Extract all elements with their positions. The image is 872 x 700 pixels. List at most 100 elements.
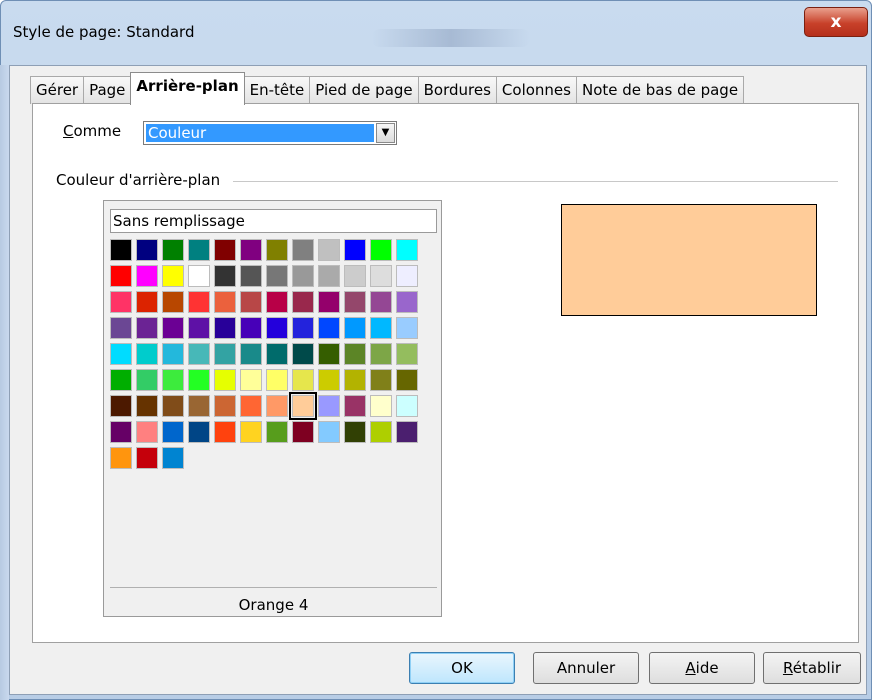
color-swatch[interactable] xyxy=(344,291,366,313)
color-swatch[interactable] xyxy=(318,239,340,261)
color-swatch[interactable] xyxy=(370,317,392,339)
color-swatch[interactable] xyxy=(188,343,210,365)
color-swatch[interactable] xyxy=(136,317,158,339)
color-swatch[interactable] xyxy=(396,239,418,261)
color-swatch[interactable] xyxy=(110,395,132,417)
color-swatch[interactable] xyxy=(240,291,262,313)
color-swatch[interactable] xyxy=(292,265,314,287)
color-swatch[interactable] xyxy=(289,392,317,420)
color-swatch[interactable] xyxy=(188,369,210,391)
color-swatch[interactable] xyxy=(240,265,262,287)
color-swatch[interactable] xyxy=(344,421,366,443)
color-swatch[interactable] xyxy=(292,343,314,365)
tab-bordures[interactable]: Bordures xyxy=(417,76,497,104)
color-swatch[interactable] xyxy=(136,369,158,391)
color-swatch[interactable] xyxy=(240,317,262,339)
color-swatch[interactable] xyxy=(214,317,236,339)
chevron-down-icon[interactable]: ▼ xyxy=(376,123,395,143)
color-swatch[interactable] xyxy=(396,343,418,365)
color-swatch[interactable] xyxy=(136,291,158,313)
close-button[interactable]: x xyxy=(804,7,868,37)
color-swatch[interactable] xyxy=(214,421,236,443)
color-swatch[interactable] xyxy=(292,317,314,339)
color-swatch[interactable] xyxy=(344,265,366,287)
tab-note-de-bas-de-page[interactable]: Note de bas de page xyxy=(575,76,745,104)
color-swatch[interactable] xyxy=(188,395,210,417)
color-swatch[interactable] xyxy=(110,447,132,469)
color-swatch[interactable] xyxy=(110,291,132,313)
color-swatch[interactable] xyxy=(214,343,236,365)
color-swatch[interactable] xyxy=(344,317,366,339)
color-swatch[interactable] xyxy=(240,395,262,417)
color-swatch[interactable] xyxy=(214,265,236,287)
color-swatch[interactable] xyxy=(318,317,340,339)
color-swatch[interactable] xyxy=(266,343,288,365)
color-swatch[interactable] xyxy=(396,369,418,391)
color-swatch[interactable] xyxy=(162,369,184,391)
color-swatch[interactable] xyxy=(136,343,158,365)
comme-select[interactable]: Couleur ▼ xyxy=(143,121,397,145)
color-swatch[interactable] xyxy=(162,421,184,443)
color-swatch[interactable] xyxy=(344,343,366,365)
color-swatch[interactable] xyxy=(292,369,314,391)
reset-button[interactable]: Rétablir xyxy=(763,652,861,684)
color-swatch[interactable] xyxy=(292,421,314,443)
color-swatch[interactable] xyxy=(370,395,392,417)
color-swatch[interactable] xyxy=(370,343,392,365)
color-swatch[interactable] xyxy=(370,239,392,261)
color-swatch[interactable] xyxy=(162,265,184,287)
color-swatch[interactable] xyxy=(188,421,210,443)
color-swatch[interactable] xyxy=(318,343,340,365)
color-swatch[interactable] xyxy=(188,291,210,313)
color-swatch[interactable] xyxy=(162,395,184,417)
color-swatch[interactable] xyxy=(188,239,210,261)
tab-arriere-plan[interactable]: Arrière-plan xyxy=(130,72,245,105)
color-swatch[interactable] xyxy=(188,317,210,339)
color-swatch[interactable] xyxy=(266,317,288,339)
color-swatch[interactable] xyxy=(292,239,314,261)
color-swatch[interactable] xyxy=(240,421,262,443)
color-swatch[interactable] xyxy=(214,395,236,417)
tab-gerer[interactable]: Gérer xyxy=(30,76,85,104)
color-swatch[interactable] xyxy=(266,239,288,261)
color-swatch[interactable] xyxy=(318,265,340,287)
color-swatch[interactable] xyxy=(266,369,288,391)
color-swatch[interactable] xyxy=(240,343,262,365)
color-swatch[interactable] xyxy=(214,291,236,313)
tab-en-tete[interactable]: En-tête xyxy=(243,76,311,104)
color-swatch[interactable] xyxy=(136,421,158,443)
color-swatch[interactable] xyxy=(370,369,392,391)
color-swatch[interactable] xyxy=(344,239,366,261)
color-swatch[interactable] xyxy=(162,291,184,313)
ok-button[interactable]: OK xyxy=(409,652,515,684)
color-swatch[interactable] xyxy=(266,395,288,417)
color-swatch[interactable] xyxy=(266,291,288,313)
color-swatch[interactable] xyxy=(370,421,392,443)
no-fill-option[interactable]: Sans remplissage xyxy=(110,209,437,233)
color-swatch[interactable] xyxy=(344,369,366,391)
cancel-button[interactable]: Annuler xyxy=(533,652,639,684)
color-swatch[interactable] xyxy=(396,421,418,443)
help-button[interactable]: Aide xyxy=(649,652,755,684)
color-swatch[interactable] xyxy=(214,239,236,261)
color-swatch[interactable] xyxy=(110,239,132,261)
color-swatch[interactable] xyxy=(318,369,340,391)
color-swatch[interactable] xyxy=(136,395,158,417)
color-swatch[interactable] xyxy=(110,265,132,287)
color-swatch[interactable] xyxy=(396,265,418,287)
color-swatch[interactable] xyxy=(318,291,340,313)
color-swatch[interactable] xyxy=(110,369,132,391)
tab-colonnes[interactable]: Colonnes xyxy=(495,76,577,104)
color-swatch[interactable] xyxy=(240,239,262,261)
color-swatch[interactable] xyxy=(162,317,184,339)
color-swatch[interactable] xyxy=(396,317,418,339)
tab-page[interactable]: Page xyxy=(83,76,132,104)
color-swatch[interactable] xyxy=(110,317,132,339)
color-swatch[interactable] xyxy=(110,421,132,443)
color-swatch[interactable] xyxy=(266,421,288,443)
color-swatch[interactable] xyxy=(188,265,210,287)
color-swatch[interactable] xyxy=(136,265,158,287)
color-swatch[interactable] xyxy=(396,395,418,417)
tab-pied-de-page[interactable]: Pied de page xyxy=(309,76,419,104)
color-swatch[interactable] xyxy=(370,291,392,313)
